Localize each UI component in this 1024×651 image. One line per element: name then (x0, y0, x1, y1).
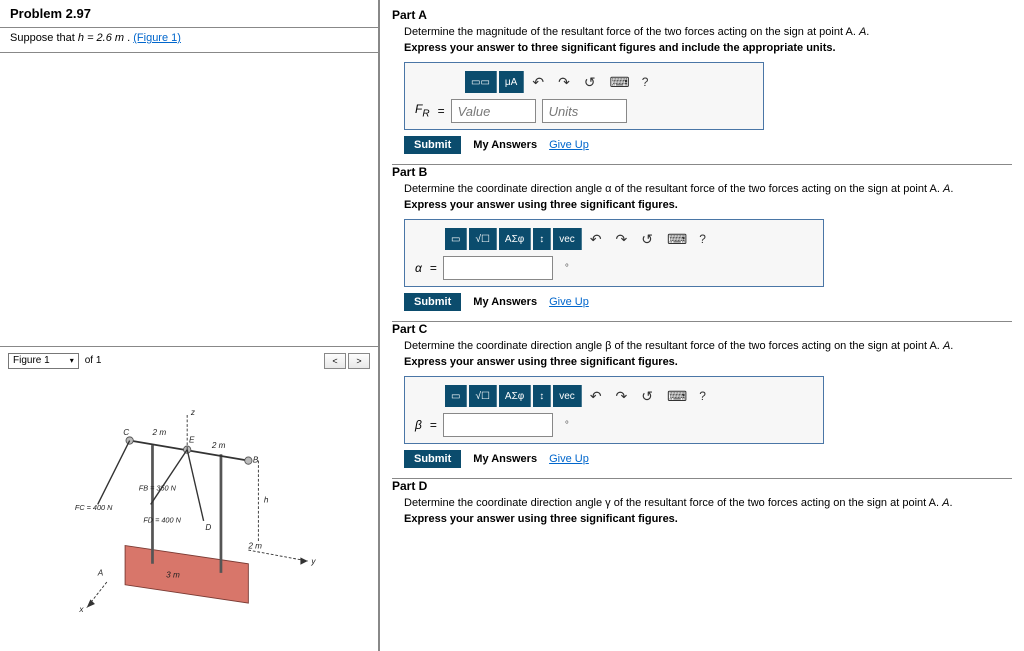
part-b-submit-button[interactable]: Submit (404, 293, 461, 311)
svg-text:z: z (190, 408, 195, 417)
part-a-instr: Express your answer to three significant… (404, 42, 1012, 54)
svg-text:FD = 400 N: FD = 400 N (143, 515, 181, 524)
svg-text:2 m: 2 m (151, 428, 166, 437)
svg-text:E: E (189, 435, 195, 444)
reset-icon[interactable]: ↺ (578, 71, 602, 93)
svg-text:D: D (205, 523, 211, 532)
tb-root-icon[interactable]: √☐ (469, 228, 496, 250)
svg-text:FC = 400 N: FC = 400 N (75, 503, 113, 512)
undo-icon[interactable]: ↶ (526, 71, 550, 93)
svg-text:2 m: 2 m (211, 441, 226, 450)
right-panel: Part A Determine the magnitude of the re… (380, 0, 1024, 651)
part-b-desc: Determine the coordinate direction angle… (404, 183, 1012, 195)
keyboard-icon[interactable]: ⌨ (661, 228, 693, 250)
part-a-units-input[interactable]: Units (542, 99, 627, 123)
svg-text:3 m: 3 m (166, 570, 180, 579)
part-a-value-input[interactable]: Value (451, 99, 536, 123)
keyboard-icon[interactable]: ⌨ (661, 385, 693, 407)
degree-unit: ° (565, 263, 569, 274)
svg-text:FB = 350 N: FB = 350 N (139, 483, 177, 492)
figure-count: of 1 (85, 355, 102, 366)
tb-vec-icon[interactable]: vec (553, 228, 582, 250)
left-panel: Problem 2.97 Suppose that h = 2.6 m . (F… (0, 0, 380, 651)
reset-icon[interactable]: ↺ (635, 385, 659, 407)
part-c-answer-box: ▭ √☐ ΑΣφ ↕ vec ↶ ↷ ↺ ⌨ ? β = ° (404, 376, 824, 444)
figure-diagram: z C E B 2 m 2 m FB = 350 N FC = 400 N FD… (39, 404, 339, 614)
part-b-my-answers[interactable]: My Answers (473, 296, 537, 308)
svg-text:C: C (123, 428, 129, 437)
tb-template-icon[interactable]: ▭▭ (465, 71, 497, 93)
part-d-desc: Determine the coordinate direction angle… (404, 497, 1012, 509)
tb-greek-icon[interactable]: ΑΣφ (499, 385, 531, 407)
part-c-submit-button[interactable]: Submit (404, 450, 461, 468)
tb-units-mu[interactable]: μA (499, 71, 524, 93)
keyboard-icon[interactable]: ⌨ (604, 71, 636, 93)
svg-text:2 m: 2 m (247, 541, 262, 550)
svg-text:y: y (310, 557, 316, 566)
tb-template-icon[interactable]: ▭ (445, 385, 467, 407)
part-c-desc: Determine the coordinate direction angle… (404, 340, 1012, 352)
tb-vec-icon[interactable]: vec (553, 385, 582, 407)
part-b-title: Part B (392, 165, 1012, 179)
part-c: Part C Determine the coordinate directio… (392, 322, 1012, 468)
svg-text:x: x (78, 605, 84, 614)
part-b-instr: Express your answer using three signific… (404, 199, 1012, 211)
part-d-title: Part D (392, 479, 1012, 493)
tb-greek-icon[interactable]: ΑΣφ (499, 228, 531, 250)
figure-selector[interactable]: Figure 1 (8, 353, 79, 369)
part-b: Part B Determine the coordinate directio… (392, 165, 1012, 311)
undo-icon[interactable]: ↶ (584, 385, 608, 407)
part-c-my-answers[interactable]: My Answers (473, 453, 537, 465)
svg-text:A: A (97, 568, 104, 577)
part-a: Part A Determine the magnitude of the re… (392, 8, 1012, 154)
part-c-give-up[interactable]: Give Up (549, 453, 589, 465)
help-icon[interactable]: ? (642, 75, 649, 89)
part-c-input[interactable] (443, 413, 553, 437)
part-b-answer-box: ▭ √☐ ΑΣφ ↕ vec ↶ ↷ ↺ ⌨ ? α = ° (404, 219, 824, 287)
part-c-instr: Express your answer using three signific… (404, 356, 1012, 368)
tb-template-icon[interactable]: ▭ (445, 228, 467, 250)
reset-icon[interactable]: ↺ (635, 228, 659, 250)
svg-text:h: h (264, 495, 269, 504)
part-a-answer-box: ▭▭ μA ↶ ↷ ↺ ⌨ ? FR = Value Units (404, 62, 764, 130)
degree-unit: ° (565, 420, 569, 431)
part-d-instr: Express your answer using three signific… (404, 513, 1012, 525)
part-a-desc: Determine the magnitude of the resultant… (404, 26, 1012, 38)
problem-title: Problem 2.97 (0, 0, 378, 27)
figure-panel: Figure 1 of 1 < > (0, 347, 378, 651)
figure-prev-button[interactable]: < (324, 353, 346, 369)
part-c-title: Part C (392, 322, 1012, 336)
redo-icon[interactable]: ↷ (610, 385, 634, 407)
figure-link[interactable]: (Figure 1) (133, 32, 181, 44)
part-b-give-up[interactable]: Give Up (549, 296, 589, 308)
tb-arrows-icon[interactable]: ↕ (533, 385, 551, 407)
part-a-my-answers[interactable]: My Answers (473, 139, 537, 151)
undo-icon[interactable]: ↶ (584, 228, 608, 250)
part-a-submit-button[interactable]: Submit (404, 136, 461, 154)
redo-icon[interactable]: ↷ (552, 71, 576, 93)
help-icon[interactable]: ? (699, 389, 706, 403)
part-d: Part D Determine the coordinate directio… (392, 479, 1012, 525)
help-icon[interactable]: ? (699, 232, 706, 246)
figure-next-button[interactable]: > (348, 353, 370, 369)
redo-icon[interactable]: ↷ (610, 228, 634, 250)
part-b-input[interactable] (443, 256, 553, 280)
tb-root-icon[interactable]: √☐ (469, 385, 496, 407)
part-a-give-up[interactable]: Give Up (549, 139, 589, 151)
problem-description: Suppose that h = 2.6 m . (Figure 1) (0, 28, 378, 52)
part-a-title: Part A (392, 8, 1012, 22)
tb-arrows-icon[interactable]: ↕ (533, 228, 551, 250)
